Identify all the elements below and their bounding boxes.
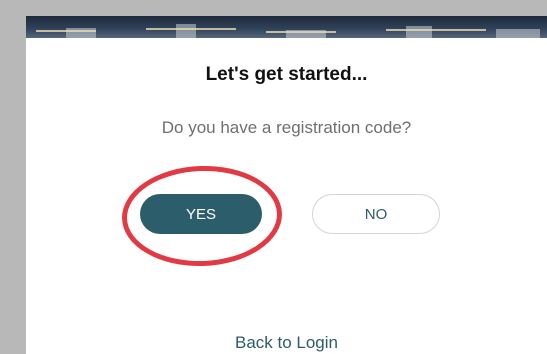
registration-card: Let's get started... Do you have a regis… [26,38,547,354]
screenshot-border-top [0,0,547,16]
screenshot-border-left [0,0,14,354]
no-button[interactable]: NO [312,194,440,234]
back-to-login-link[interactable]: Back to Login [26,333,547,353]
red-circle-annotation [120,163,284,269]
page-title: Let's get started... [205,64,368,85]
registration-question: Do you have a registration code? [161,118,412,137]
header-city-photo [26,16,547,38]
